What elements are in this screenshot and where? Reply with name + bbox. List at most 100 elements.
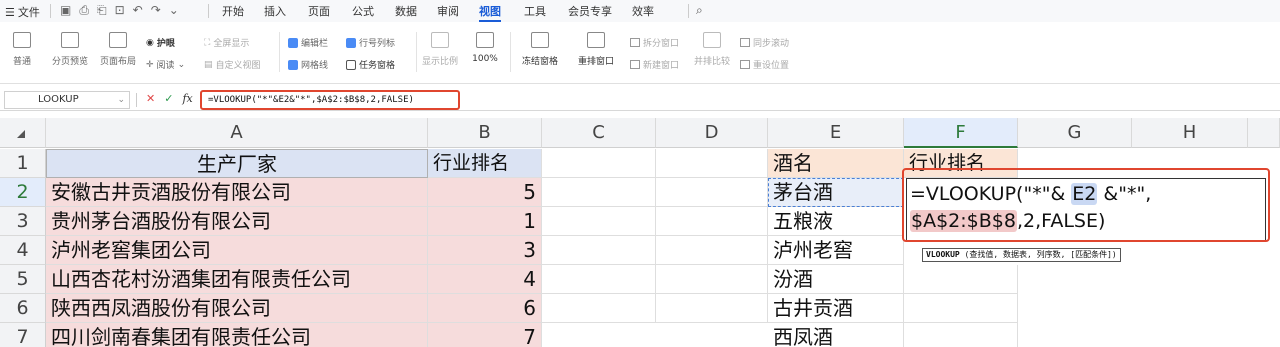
tooltip-function-name: VLOOKUP — [926, 250, 960, 259]
insert-function-icon[interactable]: fx — [182, 92, 192, 105]
cell-d1[interactable] — [656, 149, 768, 178]
cell-b6[interactable]: 6 — [428, 294, 542, 323]
search-icon[interactable]: ⌕ — [696, 3, 703, 18]
edit-bar-checkbox[interactable]: 编辑栏 — [288, 36, 328, 49]
freeze-panes-button[interactable]: 冻结窗格 — [516, 32, 564, 67]
cell-b3[interactable]: 1 — [428, 207, 542, 236]
column-header-h[interactable]: H — [1132, 118, 1248, 148]
custom-view-button[interactable]: ▤ 自定义视图 — [204, 58, 261, 72]
normal-view-button[interactable]: 普通 — [8, 32, 36, 67]
sync-scroll-button[interactable]: 同步滚动 — [740, 36, 789, 49]
cell-c6[interactable] — [542, 294, 656, 323]
cell-c2[interactable] — [542, 178, 656, 207]
confirm-icon[interactable]: ✓ — [164, 92, 173, 105]
print-icon[interactable]: ⎗ — [97, 3, 107, 18]
row-header-5[interactable]: 5 — [0, 265, 46, 294]
column-header-c[interactable]: C — [542, 118, 656, 148]
column-header-d[interactable]: D — [656, 118, 768, 148]
cell-b2[interactable]: 5 — [428, 178, 542, 207]
zoom-ratio-button[interactable]: 显示比例 — [422, 32, 458, 67]
cell-a5[interactable]: 山西杏花村汾酒集团有限责任公司 — [46, 265, 428, 294]
column-header-b[interactable]: B — [428, 118, 542, 148]
tab-review[interactable]: 审阅 — [437, 3, 459, 19]
reset-position-button[interactable]: 重设位置 — [740, 58, 789, 71]
file-menu[interactable]: ☰ 文件 — [5, 4, 40, 20]
row-header-2[interactable]: 2 — [0, 178, 46, 207]
tab-member[interactable]: 会员专享 — [568, 3, 612, 19]
cell-a6[interactable]: 陕西西凤酒股份有限公司 — [46, 294, 428, 323]
undo-icon[interactable]: ↶ — [133, 3, 143, 18]
tab-efficiency[interactable]: 效率 — [632, 3, 654, 19]
print-preview-icon[interactable]: ⊡ — [115, 3, 125, 18]
formula-input[interactable]: =VLOOKUP("*"&E2&"*",$A$2:$B$8,2,FALSE) — [200, 90, 460, 110]
column-header-f[interactable]: F — [904, 118, 1018, 148]
cell-d3[interactable] — [656, 207, 768, 236]
page-break-preview-button[interactable]: 分页预览 — [48, 32, 92, 67]
cell-d2[interactable] — [656, 178, 768, 207]
cell-a1[interactable]: 生产厂家 — [46, 149, 428, 178]
row-header-4[interactable]: 4 — [0, 236, 46, 265]
name-box[interactable]: LOOKUP ⌄ — [4, 91, 130, 109]
cell-e7[interactable]: 西凤酒 — [768, 323, 904, 347]
cell-e4[interactable]: 泸州老窖 — [768, 236, 904, 265]
cell-a2[interactable]: 安徽古井贡酒股份有限公司 — [46, 178, 428, 207]
row-header-3[interactable]: 3 — [0, 207, 46, 236]
reading-mode-button[interactable]: ✛ 阅读 ⌄ — [146, 58, 185, 72]
tab-formulas[interactable]: 公式 — [352, 3, 374, 19]
cell-b5[interactable]: 4 — [428, 265, 542, 294]
cell-e5[interactable]: 汾酒 — [768, 265, 904, 294]
chevron-down-icon[interactable]: ⌄ — [117, 92, 125, 108]
cell-c4[interactable] — [542, 236, 656, 265]
tab-tools[interactable]: 工具 — [524, 3, 546, 19]
cell-a4[interactable]: 泸州老窖集团公司 — [46, 236, 428, 265]
chevron-down-icon[interactable]: ⌄ — [169, 3, 179, 18]
fullscreen-icon: ⛶ — [204, 37, 211, 48]
row-header-6[interactable]: 6 — [0, 294, 46, 323]
save-icon[interactable]: ▣ — [60, 3, 71, 18]
cell-d6[interactable] — [656, 294, 768, 323]
rearrange-windows-button[interactable]: 重排窗口 — [570, 32, 622, 67]
row-header-1[interactable]: 1 — [0, 149, 46, 178]
cell-b4[interactable]: 3 — [428, 236, 542, 265]
cell-c3[interactable] — [542, 207, 656, 236]
cell-e6[interactable]: 古井贡酒 — [768, 294, 904, 323]
column-header-partial[interactable] — [1248, 118, 1280, 148]
cell-e1[interactable]: 酒名 — [768, 149, 904, 178]
task-pane-checkbox[interactable]: 任务窗格 — [346, 58, 395, 71]
cell-f7[interactable] — [904, 323, 1018, 347]
zoom-100-button[interactable]: 100% — [470, 32, 500, 64]
cell-f6[interactable] — [904, 294, 1018, 323]
cell-d5[interactable] — [656, 265, 768, 294]
select-all-corner[interactable] — [0, 118, 46, 148]
column-header-e[interactable]: E — [768, 118, 904, 148]
cell-c5[interactable] — [542, 265, 656, 294]
row-header-7[interactable]: 7 — [0, 323, 46, 347]
tab-insert[interactable]: 插入 — [264, 3, 286, 19]
column-header-g[interactable]: G — [1018, 118, 1132, 148]
new-window-button[interactable]: 新建窗口 — [630, 58, 679, 71]
row-col-header-checkbox[interactable]: 行号列标 — [346, 36, 395, 49]
side-by-side-button[interactable]: 并排比较 — [692, 32, 732, 67]
redo-icon[interactable]: ↷ — [151, 3, 161, 18]
cell-f5[interactable] — [904, 265, 1018, 294]
cell-e3[interactable]: 五粮液 — [768, 207, 904, 236]
split-window-button[interactable]: 拆分窗口 — [630, 36, 679, 49]
cell-b1[interactable]: 行业排名 — [428, 149, 542, 178]
export-icon[interactable]: ⎙ — [79, 3, 89, 18]
column-header-a[interactable]: A — [46, 118, 428, 148]
cell-a7[interactable]: 四川剑南春集团有限责任公司 — [46, 323, 428, 347]
cell-c1[interactable] — [542, 149, 656, 178]
tab-home[interactable]: 开始 — [222, 3, 244, 19]
full-screen-button[interactable]: ⛶ 全屏显示 — [204, 36, 249, 50]
cell-a3[interactable]: 贵州茅台酒股份有限公司 — [46, 207, 428, 236]
gridlines-checkbox[interactable]: 网格线 — [288, 58, 328, 71]
grid-icon — [13, 32, 31, 48]
tab-view[interactable]: 视图 — [479, 3, 501, 22]
eye-protection-toggle[interactable]: ◉ 护眼 — [146, 36, 175, 50]
cancel-icon[interactable]: ✕ — [146, 92, 155, 105]
tab-data[interactable]: 数据 — [395, 3, 417, 19]
tab-page[interactable]: 页面 — [308, 3, 330, 19]
cell-d4[interactable] — [656, 236, 768, 265]
page-layout-button[interactable]: 页面布局 — [98, 32, 138, 67]
cell-b7[interactable]: 7 — [428, 323, 542, 347]
